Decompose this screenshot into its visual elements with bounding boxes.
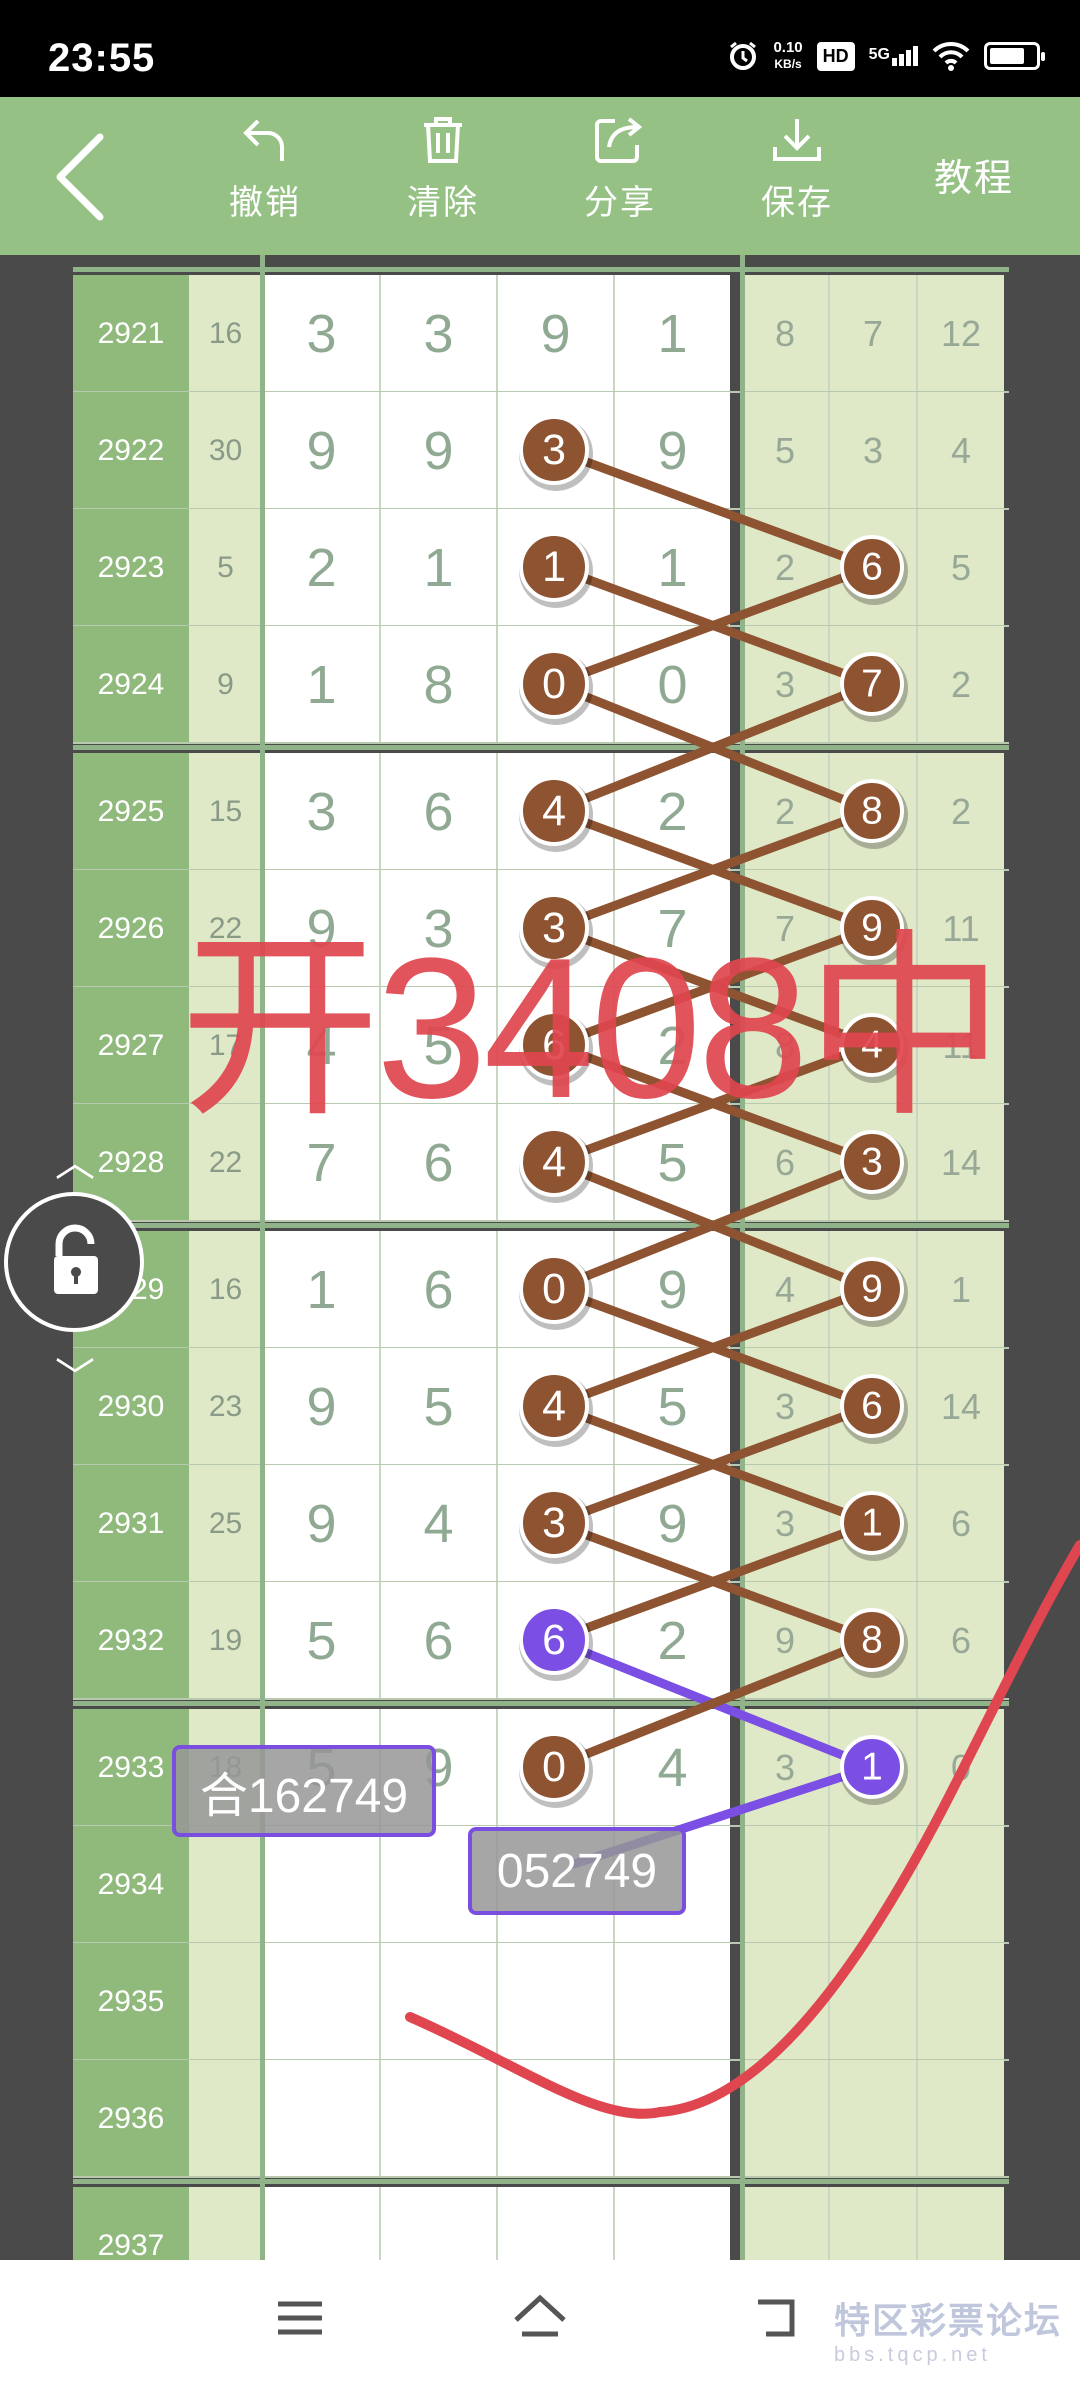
digit-marker[interactable]: 3	[519, 415, 593, 491]
digit-marker[interactable]: 4	[519, 776, 593, 852]
svg-text:1: 1	[542, 543, 566, 591]
wifi-icon	[932, 41, 970, 71]
svg-text:6: 6	[542, 1616, 566, 1664]
svg-text:9: 9	[861, 1268, 883, 1311]
svg-text:8: 8	[861, 1619, 883, 1662]
tutorial-button[interactable]: 教程	[934, 147, 1014, 202]
lock-button[interactable]	[4, 1192, 144, 1332]
svg-text:1: 1	[861, 1502, 883, 1545]
svg-text:0: 0	[542, 1743, 566, 1791]
net-speed: 0.10 KB/s	[773, 39, 803, 72]
trash-icon	[424, 117, 462, 163]
undo-icon	[243, 119, 284, 161]
digit-marker[interactable]: 4	[519, 1371, 593, 1447]
chevron-down-icon[interactable]: ﹀	[55, 1345, 95, 1403]
clear-button[interactable]: 清除	[383, 115, 503, 224]
svg-text:7: 7	[861, 663, 883, 706]
svg-text:1: 1	[861, 1746, 883, 1789]
result-badge: 052749	[468, 1827, 686, 1915]
svg-text:0: 0	[542, 660, 566, 708]
digit-marker[interactable]: 1	[840, 1491, 908, 1561]
svg-text:6: 6	[861, 546, 883, 589]
undo-label: 撤销	[229, 184, 301, 222]
digit-marker[interactable]: 0	[519, 1732, 593, 1808]
svg-text:8: 8	[861, 790, 883, 833]
system-nav-bar: 特区彩票论坛 bbs.tqcp.net	[0, 2260, 1080, 2388]
save-button[interactable]: 保存	[737, 115, 857, 224]
share-icon	[595, 117, 643, 163]
big-annotation-text: 开3408中	[180, 917, 1005, 1140]
connector-line	[549, 445, 877, 572]
digit-marker[interactable]: 0	[519, 1254, 593, 1330]
digit-marker[interactable]: 1	[519, 532, 593, 608]
digit-marker[interactable]: 0	[519, 649, 593, 725]
battery-icon	[984, 42, 1045, 70]
digit-marker[interactable]: 8	[840, 1608, 908, 1678]
download-icon	[773, 119, 821, 161]
chevron-up-icon[interactable]: ︿	[55, 1130, 95, 1188]
svg-text:3: 3	[542, 1499, 566, 1547]
home-icon[interactable]	[510, 2290, 570, 2346]
digit-marker[interactable]: 6	[840, 535, 908, 605]
status-bar: 23:55 0.10 KB/s HD 5G	[0, 0, 1080, 97]
sum-badge: 合162749	[172, 1745, 436, 1837]
menu-icon[interactable]	[272, 2290, 328, 2346]
digit-marker[interactable]: 6	[519, 1605, 593, 1681]
drawing-overlay: 31043640436067894396181	[405, 415, 1080, 2119]
undo-button[interactable]: 撤销	[205, 115, 325, 224]
save-label: 保存	[761, 184, 833, 222]
status-time: 23:55	[48, 36, 156, 80]
back-arrow-icon[interactable]	[50, 132, 110, 222]
signal-icon: 5G	[869, 46, 918, 66]
digit-marker[interactable]: 9	[840, 1257, 908, 1327]
svg-text:4: 4	[542, 787, 566, 835]
digit-marker[interactable]: 6	[840, 1374, 908, 1444]
svg-text:0: 0	[542, 1265, 566, 1313]
share-label: 分享	[584, 184, 656, 222]
lottery-chart[interactable]: 2921163391871229223099395342923521112652…	[0, 255, 1080, 2260]
digit-marker[interactable]: 7	[840, 652, 908, 722]
clear-label: 清除	[407, 184, 479, 222]
svg-text:3: 3	[542, 426, 566, 474]
alarm-icon	[730, 41, 757, 70]
svg-text:4: 4	[542, 1382, 566, 1430]
digit-marker[interactable]: 3	[519, 1488, 593, 1564]
status-icons: 0.10 KB/s HD 5G	[727, 39, 1045, 72]
svg-text:6: 6	[861, 1385, 883, 1428]
digit-marker[interactable]: 8	[840, 779, 908, 849]
lock-icon	[54, 1224, 98, 1294]
back-nav-icon[interactable]	[752, 2290, 808, 2346]
watermark: 特区彩票论坛 bbs.tqcp.net	[833, 2300, 1062, 2366]
digit-marker[interactable]: 1	[840, 1735, 908, 1805]
hd-badge: HD	[816, 41, 855, 71]
top-toolbar: 撤销 清除 分享 保存 教程	[0, 97, 1080, 255]
share-button[interactable]: 分享	[560, 115, 680, 224]
